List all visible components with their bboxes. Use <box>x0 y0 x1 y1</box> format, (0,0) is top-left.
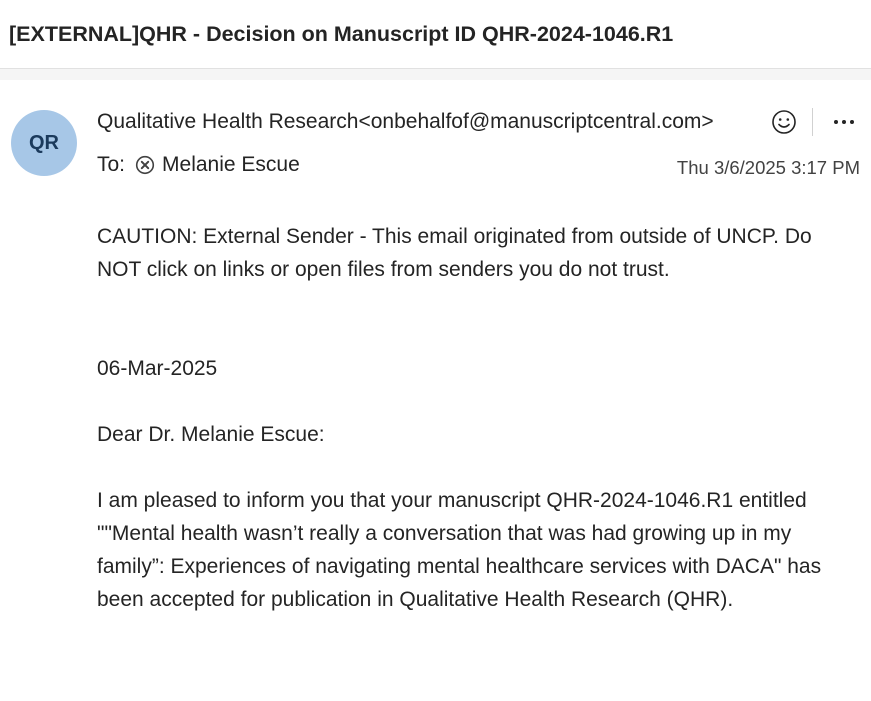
smiley-icon[interactable] <box>771 109 797 135</box>
caution-banner-text: CAUTION: External Sender - This email or… <box>97 225 812 281</box>
greeting: Dear Dr. Melanie Escue: <box>97 423 325 446</box>
recipient-name[interactable]: Melanie Escue <box>162 153 300 177</box>
acceptance-paragraph: I am pleased to inform you that your man… <box>97 489 822 611</box>
circle-x-icon <box>135 155 155 175</box>
sender-name[interactable]: Qualitative Health Research<onbehalfof@m… <box>97 110 714 134</box>
toolbar-separator <box>812 108 813 136</box>
email-body: CAUTION: External Sender - This email or… <box>97 220 857 616</box>
letter-date: 06-Mar-2025 <box>97 357 218 380</box>
more-options-icon[interactable] <box>830 108 858 136</box>
sent-date: Thu 3/6/2025 3:17 PM <box>676 157 860 178</box>
sender-avatar[interactable]: QR <box>11 110 77 176</box>
header-divider <box>0 69 871 80</box>
to-label: To: <box>97 153 126 176</box>
subject-header: [EXTERNAL]QHR - Decision on Manuscript I… <box>0 0 871 69</box>
recipients-row: To: Melanie Escue <box>97 153 300 177</box>
email-subject: [EXTERNAL]QHR - Decision on Manuscript I… <box>9 22 674 46</box>
email-reading-pane: [EXTERNAL]QHR - Decision on Manuscript I… <box>0 0 871 701</box>
